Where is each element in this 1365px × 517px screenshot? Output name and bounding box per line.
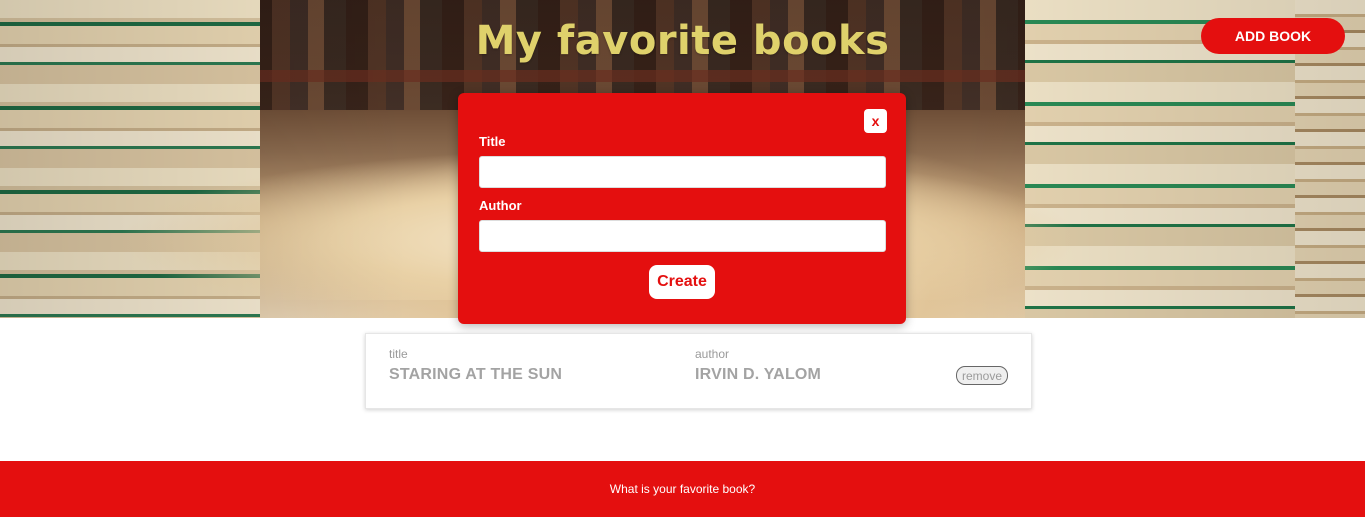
add-book-modal: x Title Author Create	[458, 93, 906, 324]
add-book-button[interactable]: ADD BOOK	[1201, 18, 1345, 54]
close-modal-button[interactable]: x	[864, 109, 887, 133]
footer-text: What is your favorite book?	[609, 482, 756, 496]
book-title: STARING AT THE SUN	[389, 366, 563, 383]
footer: What is your favorite book?	[0, 461, 1365, 517]
create-button[interactable]: Create	[649, 265, 715, 299]
book-author: IRVIN D. YALOM	[695, 366, 822, 383]
author-column-label: author	[695, 347, 730, 361]
author-input[interactable]	[479, 220, 886, 252]
title-column-label: title	[389, 347, 408, 361]
remove-book-button[interactable]: remove	[956, 366, 1008, 385]
title-input[interactable]	[479, 156, 886, 188]
author-field-label: Author	[479, 198, 522, 213]
book-card: title STARING AT THE SUN author IRVIN D.…	[365, 333, 1032, 409]
title-field-label: Title	[479, 134, 506, 149]
page-title: My favorite books	[475, 18, 890, 64]
